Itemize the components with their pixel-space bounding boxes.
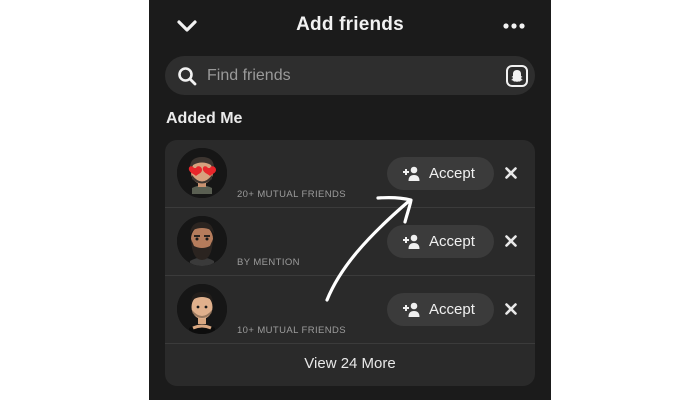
accept-label: Accept	[429, 301, 475, 318]
list-item: 10+ MUTUAL FRIENDS Accept	[165, 276, 535, 344]
search-icon	[177, 66, 197, 86]
friend-requests-list: 20+ MUTUAL FRIENDS Accept BY MENTION Acc…	[165, 140, 535, 386]
add-friends-screen: Add friends Added Me	[149, 0, 551, 400]
close-icon[interactable]	[504, 234, 518, 248]
page-title: Add friends	[296, 14, 404, 35]
add-friend-icon	[403, 302, 420, 317]
close-icon[interactable]	[504, 166, 518, 180]
view-more-button[interactable]: View 24 More	[165, 344, 535, 386]
accept-button[interactable]: Accept	[387, 225, 494, 258]
avatar	[177, 284, 227, 334]
mutual-friends-label: 10+ MUTUAL FRIENDS	[237, 325, 346, 336]
ghost-icon[interactable]	[505, 64, 529, 88]
accept-label: Accept	[429, 165, 475, 182]
avatar	[177, 216, 227, 266]
accept-label: Accept	[429, 233, 475, 250]
search-input[interactable]	[207, 56, 487, 95]
header: Add friends	[149, 0, 551, 52]
mutual-friends-label: 20+ MUTUAL FRIENDS	[237, 189, 346, 200]
mutual-friends-label: BY MENTION	[237, 257, 300, 268]
section-title-added-me: Added Me	[166, 110, 243, 127]
list-item: 20+ MUTUAL FRIENDS Accept	[165, 140, 535, 208]
add-friend-icon	[403, 234, 420, 249]
avatar	[177, 148, 227, 198]
more-dots-icon[interactable]	[501, 16, 527, 36]
accept-button[interactable]: Accept	[387, 293, 494, 326]
add-friend-icon	[403, 166, 420, 181]
list-item: BY MENTION Accept	[165, 208, 535, 276]
search-bar[interactable]	[165, 56, 535, 95]
accept-button[interactable]: Accept	[387, 157, 494, 190]
close-icon[interactable]	[504, 302, 518, 316]
